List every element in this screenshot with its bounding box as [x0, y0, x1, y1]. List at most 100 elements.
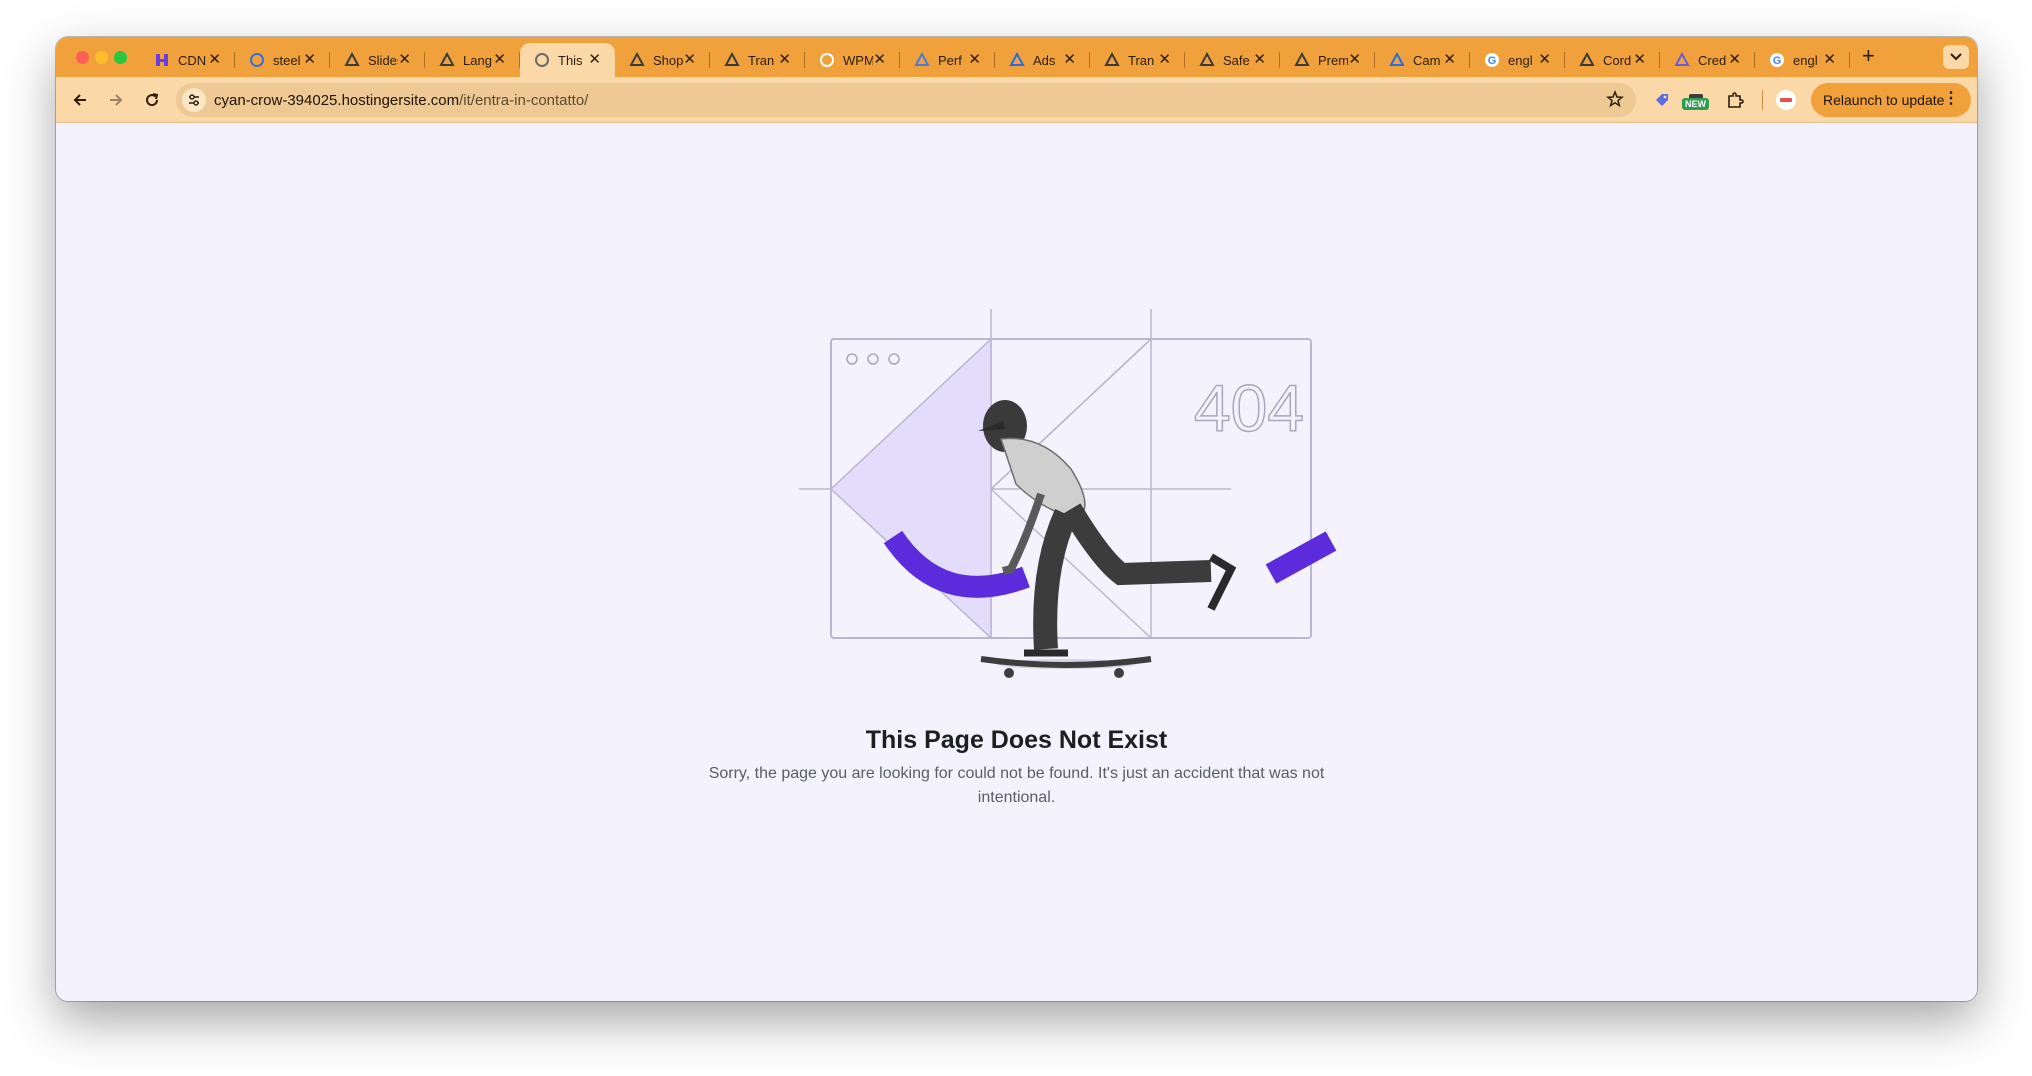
window-close-button[interactable] [76, 51, 89, 64]
page-content: 404 This Page Does Not Exist Sorry, the … [56, 124, 1977, 1001]
browser-tab[interactable]: Slides✕ [330, 43, 425, 77]
more-menu-icon[interactable]: ⋮ [1943, 90, 1959, 108]
close-icon[interactable]: ✕ [1158, 51, 1171, 69]
tab-title: Prem [1318, 52, 1348, 68]
tab-title: Cord [1603, 52, 1632, 68]
browser-tab[interactable]: Cam ✕ [1375, 43, 1470, 77]
404-text: 404 [1194, 371, 1304, 445]
browser-tab[interactable]: Cord ✕ [1565, 43, 1660, 77]
tab-title: Tran [748, 52, 775, 68]
google-icon: G [1769, 52, 1785, 68]
svg-text:G: G [1488, 55, 1497, 67]
arrow-left-icon [73, 94, 86, 106]
tab-title: Ads [1033, 52, 1056, 68]
close-icon[interactable]: ✕ [683, 51, 696, 69]
browser-tab[interactable]: steel ✕ [235, 43, 330, 77]
url-text: cyan-crow-394025.hostingersite.com/it/en… [214, 92, 588, 109]
address-bar[interactable]: cyan-crow-394025.hostingersite.com/it/en… [176, 83, 1636, 117]
browser-tab[interactable]: This ✕ [520, 43, 615, 77]
triangle-logo-icon [1199, 52, 1215, 68]
relaunch-label: Relaunch to update [1823, 92, 1945, 108]
tab-search-button[interactable] [1943, 45, 1969, 69]
browser-tab[interactable]: Safe ✕ [1185, 43, 1280, 77]
back-button[interactable] [68, 88, 92, 112]
tab-title: Cam [1413, 52, 1441, 68]
browser-tab[interactable]: CDN ✕ [140, 43, 235, 77]
close-icon[interactable]: ✕ [1633, 51, 1646, 69]
browser-tab[interactable]: Cred ✕ [1660, 43, 1755, 77]
triangle-logo-icon [629, 52, 645, 68]
browser-tab[interactable]: Tran ✕ [710, 43, 805, 77]
close-icon[interactable]: ✕ [303, 51, 316, 69]
tab-title: WPM [843, 52, 873, 68]
arrow-right-icon [110, 94, 123, 106]
tab-title: CDN [178, 52, 207, 68]
close-icon[interactable]: ✕ [1253, 51, 1266, 69]
tab-title: engl [1793, 52, 1818, 68]
tab-title: Cred [1698, 52, 1727, 68]
relaunch-button[interactable]: Relaunch to update ⋮ [1811, 83, 1971, 117]
close-icon[interactable]: ✕ [1728, 51, 1741, 69]
tab-title: This [558, 52, 583, 68]
google-ads-icon [1389, 52, 1405, 68]
bookmark-star-button[interactable] [1606, 89, 1624, 113]
api-icon [1674, 52, 1690, 68]
page-description: Sorry, the page you are looking for coul… [708, 765, 1325, 806]
reload-button[interactable] [140, 88, 164, 112]
close-icon[interactable]: ✕ [778, 51, 791, 69]
new-tab-button[interactable]: + [1862, 45, 1875, 67]
forward-button[interactable] [104, 88, 128, 112]
extensions-button[interactable] [1724, 89, 1746, 111]
close-icon[interactable]: ✕ [1063, 51, 1076, 69]
chevron-down-icon [1950, 53, 1962, 61]
close-icon[interactable]: ✕ [208, 51, 221, 69]
tab-list: CDN✕steel✕Slides✕Lang✕This✕Shop✕Tran✕WPM… [140, 43, 1850, 77]
puzzle-icon [1728, 92, 1744, 108]
tab-title: Slides [368, 52, 398, 68]
profile-avatar[interactable] [1776, 90, 1796, 110]
browser-tab[interactable]: Gengl ✕ [1755, 43, 1850, 77]
404-illustration: 404 [799, 309, 1337, 678]
browser-tab[interactable]: WPM ✕ [805, 43, 900, 77]
close-icon[interactable]: ✕ [1348, 51, 1361, 69]
close-icon[interactable]: ✕ [1443, 51, 1456, 69]
tab-title: Perf [938, 52, 962, 68]
tab-strip: CDN✕steel✕Slides✕Lang✕This✕Shop✕Tran✕WPM… [56, 37, 1977, 77]
triangle-logo-icon [1579, 52, 1595, 68]
tab-title: Lang [463, 52, 492, 68]
tag-icon [1656, 94, 1668, 106]
meta-icon [1009, 52, 1025, 68]
browser-tab[interactable]: Prem ✕ [1280, 43, 1375, 77]
headset-icon [1104, 52, 1120, 68]
headset-icon [724, 52, 740, 68]
window-minimize-button[interactable] [95, 51, 108, 64]
close-icon[interactable]: ✕ [398, 51, 411, 69]
browser-tab[interactable]: Tran ✕ [1090, 43, 1185, 77]
close-icon[interactable]: ✕ [493, 51, 506, 69]
tab-title: steel [273, 52, 301, 68]
tab-title: Safe [1223, 52, 1250, 68]
star-icon [1606, 89, 1624, 108]
tab-title: Shop [653, 52, 683, 68]
site-info-button[interactable] [182, 88, 206, 112]
extension-tag-button[interactable] [1651, 89, 1673, 111]
browser-tab[interactable]: Gengl ✕ [1470, 43, 1565, 77]
svg-text:G: G [1773, 55, 1782, 67]
tab-title: engl [1508, 52, 1533, 68]
close-icon[interactable]: ✕ [1823, 51, 1836, 69]
close-icon[interactable]: ✕ [1538, 51, 1551, 69]
browser-tab[interactable]: Shop ✕ [615, 43, 710, 77]
toolbar-divider [1762, 90, 1763, 110]
analytics-icon [914, 52, 930, 68]
triangle-logo-icon [439, 52, 455, 68]
url-path: /it/entra-in-contatto/ [459, 92, 589, 109]
browser-tab[interactable]: Ads ✕ [995, 43, 1090, 77]
circle-doc-icon [249, 52, 265, 68]
browser-tab[interactable]: Lang ✕ [425, 43, 520, 77]
window-maximize-button[interactable] [114, 51, 127, 64]
browser-tab[interactable]: Perf ✕ [900, 43, 995, 77]
close-icon[interactable]: ✕ [588, 51, 601, 69]
close-icon[interactable]: ✕ [873, 51, 886, 69]
reload-icon [146, 93, 159, 107]
close-icon[interactable]: ✕ [968, 51, 981, 69]
